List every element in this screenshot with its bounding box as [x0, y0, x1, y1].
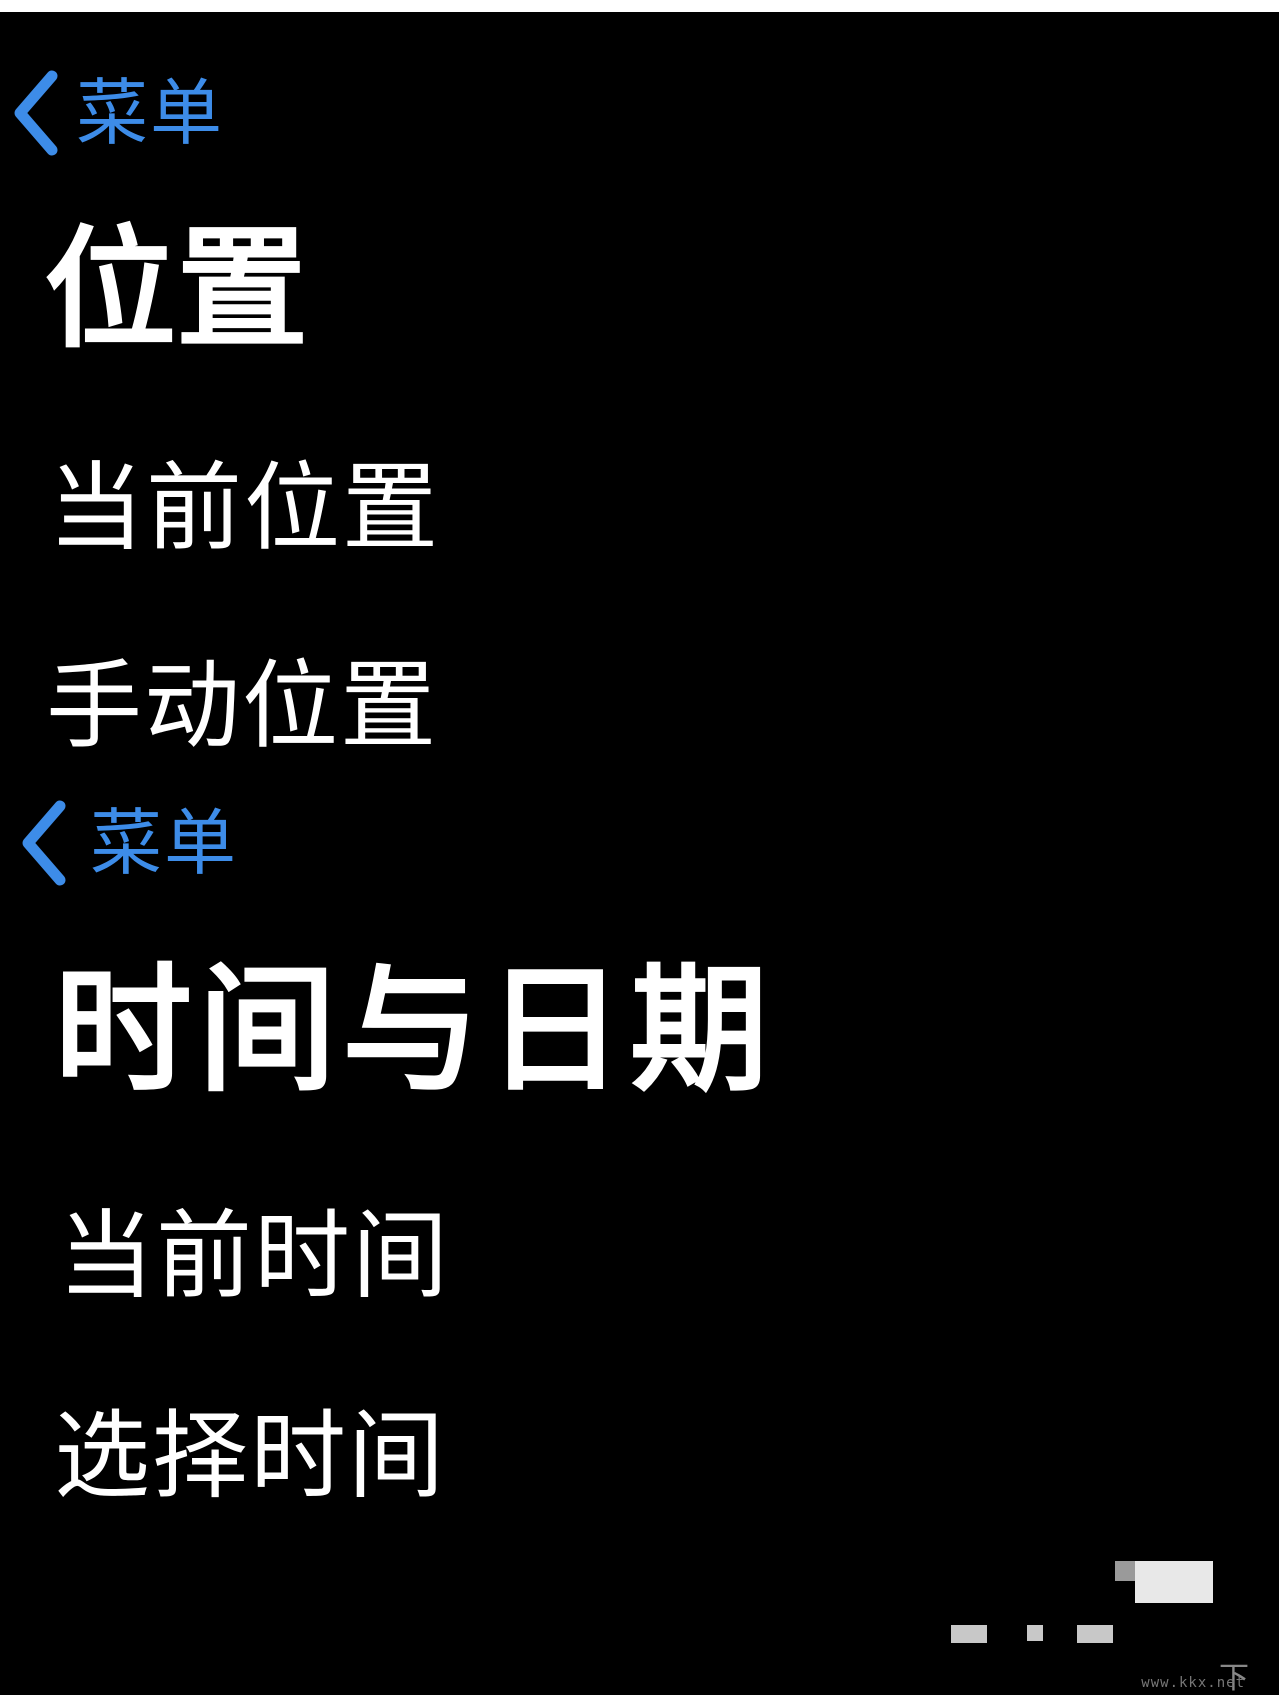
- chevron-left-icon: [20, 800, 70, 886]
- back-label: 菜单: [90, 801, 239, 885]
- menu-item-manual-location[interactable]: 手动位置: [46, 658, 438, 754]
- watch-screen: 菜单 位置 当前位置 手动位置 菜单 时间与日期 当前时间 选择时间 下载 ww…: [0, 12, 1279, 1695]
- back-label: 菜单: [76, 71, 225, 155]
- menu-item-select-time[interactable]: 选择时间: [54, 1408, 446, 1504]
- watermark: 下载 www.kkx.net: [927, 1561, 1257, 1695]
- menu-item-current-location[interactable]: 当前位置: [48, 460, 440, 556]
- watermark-site: www.kkx.net: [1141, 1675, 1245, 1691]
- page-title-location: 位置: [44, 213, 308, 367]
- chevron-left-icon: [12, 70, 62, 156]
- page-title-datetime: 时间与日期: [54, 950, 775, 1111]
- menu-item-current-time[interactable]: 当前时间: [58, 1208, 450, 1304]
- back-button-menu[interactable]: 菜单: [12, 70, 224, 156]
- back-button-menu-2[interactable]: 菜单: [20, 800, 238, 886]
